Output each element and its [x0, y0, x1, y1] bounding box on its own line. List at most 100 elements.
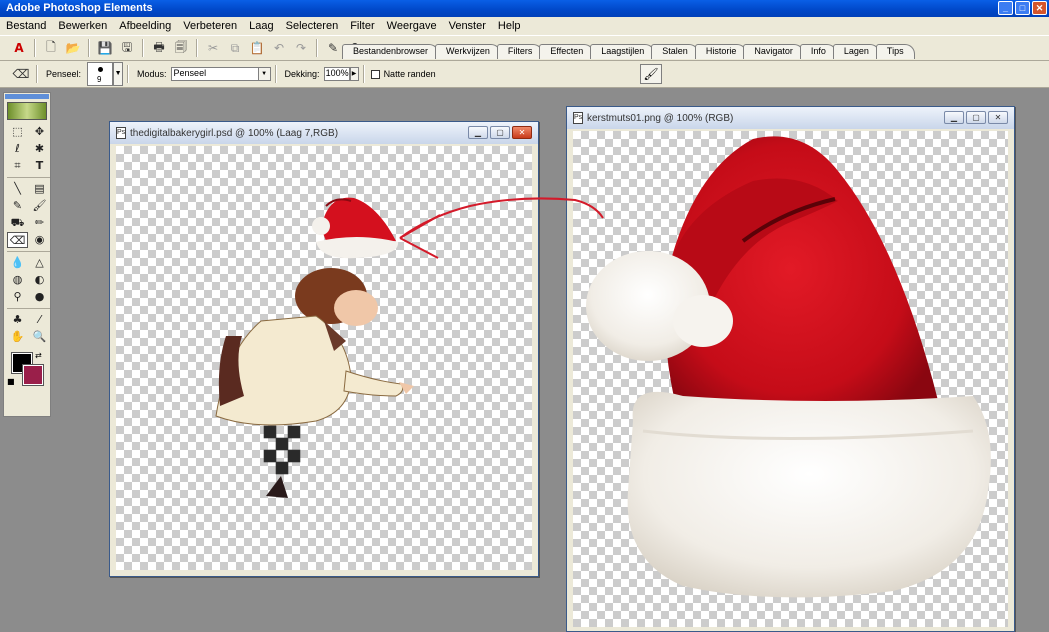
type-tool-icon[interactable]: T: [29, 158, 50, 174]
open-folder-icon[interactable]: 📂: [64, 39, 82, 57]
brush-palette-icon[interactable]: 🖌: [640, 64, 662, 84]
magic-wand-tool-icon[interactable]: ✱: [29, 141, 50, 157]
tab-lagen[interactable]: Lagen: [832, 44, 880, 59]
toolbar-separator: [196, 39, 198, 57]
copy-icon[interactable]: ⧉: [226, 39, 244, 57]
tab-stalen[interactable]: Stalen: [651, 44, 699, 59]
adobe-logo-icon[interactable]: A: [10, 39, 28, 57]
zoom-tool-icon[interactable]: 🔍: [29, 329, 50, 345]
brush-tool-icon[interactable]: 🖌: [29, 198, 50, 214]
toolbox-header[interactable]: [5, 94, 49, 99]
undo-icon[interactable]: ↶: [270, 39, 288, 57]
doc-minimize-button[interactable]: ▁: [944, 111, 964, 124]
clone-stamp-tool-icon[interactable]: ⚲: [7, 289, 28, 305]
document-icon: Ps: [573, 112, 583, 124]
eraser-tool-icon[interactable]: ⌫: [12, 65, 30, 83]
tab-effecten[interactable]: Effecten: [539, 44, 595, 59]
swap-colors-icon[interactable]: ⇄: [35, 351, 42, 360]
save-web-icon[interactable]: 🖫: [118, 39, 136, 57]
doc-maximize-button[interactable]: ▢: [966, 111, 986, 124]
eyedropper-tool-icon[interactable]: ⁄: [29, 312, 50, 328]
toolbar-separator: [362, 65, 365, 83]
menu-verbeteren[interactable]: Verbeteren: [177, 20, 243, 32]
tab-navigator[interactable]: Navigator: [743, 44, 804, 59]
print-preview-icon[interactable]: 🗐: [172, 39, 190, 57]
menu-afbeelding[interactable]: Afbeelding: [113, 20, 177, 32]
doc-minimize-button[interactable]: ▁: [468, 126, 488, 139]
document-canvas[interactable]: [573, 131, 1008, 627]
menu-weergave[interactable]: Weergave: [381, 20, 443, 32]
doc-maximize-button[interactable]: ▢: [490, 126, 510, 139]
menu-venster[interactable]: Venster: [443, 20, 492, 32]
document-window-bakerygirl[interactable]: Ps thedigitalbakerygirl.psd @ 100% (Laag…: [109, 121, 539, 577]
custom-shape-tool-icon[interactable]: ♣: [7, 312, 28, 328]
burn-tool-icon[interactable]: ●: [29, 289, 50, 305]
tab-historie[interactable]: Historie: [694, 44, 748, 59]
marquee-tool-icon[interactable]: ⬚: [7, 124, 28, 140]
menu-filter[interactable]: Filter: [344, 20, 380, 32]
document-window-kerstmuts[interactable]: Ps kerstmuts01.png @ 100% (RGB) ▁ ▢ ✕: [566, 106, 1015, 632]
chevron-down-icon: ▼: [257, 68, 270, 80]
sponge-tool-icon[interactable]: ◍: [7, 272, 28, 288]
tab-bestandenbrowser[interactable]: Bestandenbrowser: [342, 44, 440, 59]
menu-bestand[interactable]: Bestand: [0, 20, 52, 32]
toolbar-separator: [127, 65, 130, 83]
toolbar-separator: [142, 39, 144, 57]
redo-icon[interactable]: ↷: [292, 39, 310, 57]
lasso-tool-icon[interactable]: ℓ: [7, 141, 28, 157]
opacity-slider-arrow[interactable]: ▶: [349, 67, 359, 81]
document-canvas[interactable]: [116, 146, 532, 570]
dodge-tool-icon[interactable]: ◐: [29, 272, 50, 288]
document-title: kerstmuts01.png @ 100% (RGB): [587, 112, 734, 124]
app-title-bar: Adobe Photoshop Elements _ □ ✕: [0, 0, 1049, 17]
red-eye-tool-icon[interactable]: ◉: [29, 232, 50, 248]
menu-help[interactable]: Help: [492, 20, 527, 32]
document-title-bar[interactable]: Ps thedigitalbakerygirl.psd @ 100% (Laag…: [110, 122, 538, 144]
default-colors-icon[interactable]: ■: [7, 377, 15, 386]
new-file-icon[interactable]: 🗋: [42, 39, 60, 57]
pencil-alt-tool-icon[interactable]: ✏: [29, 215, 50, 231]
pencil-tool-icon[interactable]: ✎: [7, 198, 28, 214]
blur-tool-icon[interactable]: 💧: [7, 255, 28, 271]
wet-edges-checkbox[interactable]: [370, 69, 380, 79]
doc-close-button[interactable]: ✕: [988, 111, 1008, 124]
tab-laagstijlen[interactable]: Laagstijlen: [590, 44, 656, 59]
document-icon: Ps: [116, 127, 126, 139]
mode-select[interactable]: Penseel ▼: [170, 67, 271, 81]
menu-bewerken[interactable]: Bewerken: [52, 20, 113, 32]
brush-preset-picker[interactable]: 9: [87, 62, 114, 86]
sharpen-tool-icon[interactable]: △: [29, 255, 50, 271]
close-button[interactable]: ✕: [1032, 1, 1047, 15]
menu-laag[interactable]: Laag: [243, 20, 279, 32]
hand-tool-icon[interactable]: ✋: [7, 329, 28, 345]
tab-filters[interactable]: Filters: [496, 44, 544, 59]
save-icon[interactable]: 💾: [96, 39, 114, 57]
crop-tool-icon[interactable]: ⌗: [7, 158, 28, 174]
cut-icon[interactable]: ✂: [204, 39, 222, 57]
opacity-field[interactable]: 100%: [323, 67, 350, 81]
document-title-bar[interactable]: Ps kerstmuts01.png @ 100% (RGB) ▁ ▢ ✕: [567, 107, 1014, 129]
brush-dropdown-arrow[interactable]: ▼: [113, 62, 124, 86]
minimize-button[interactable]: _: [998, 1, 1013, 15]
print-icon[interactable]: 🖶: [150, 39, 168, 57]
brush-tip-icon: [98, 67, 104, 72]
mode-label: Modus:: [137, 69, 167, 79]
tab-tips[interactable]: Tips: [875, 44, 915, 59]
eraser-tool-icon[interactable]: ⌫: [7, 232, 28, 248]
brush-size: 9: [97, 75, 102, 84]
background-color-swatch[interactable]: [22, 364, 44, 386]
line-tool-icon[interactable]: ╲: [7, 181, 28, 197]
tab-info[interactable]: Info: [799, 44, 837, 59]
toolbar-separator: [34, 39, 36, 57]
maximize-button[interactable]: □: [1015, 1, 1030, 15]
tab-werkvijzen[interactable]: Werkvijzen: [435, 44, 501, 59]
gradient-tool-icon[interactable]: ▤: [29, 181, 50, 197]
paste-icon[interactable]: 📋: [248, 39, 266, 57]
menu-selecteren[interactable]: Selecteren: [280, 20, 345, 32]
move-tool-icon[interactable]: ✥: [29, 124, 50, 140]
elements-logo-icon[interactable]: [7, 102, 47, 120]
quick-fix-icon[interactable]: ✎: [324, 39, 342, 57]
doc-close-button[interactable]: ✕: [512, 126, 532, 139]
paint-bucket-tool-icon[interactable]: ⛟: [7, 215, 28, 231]
document-title: thedigitalbakerygirl.psd @ 100% (Laag 7,…: [130, 127, 339, 139]
